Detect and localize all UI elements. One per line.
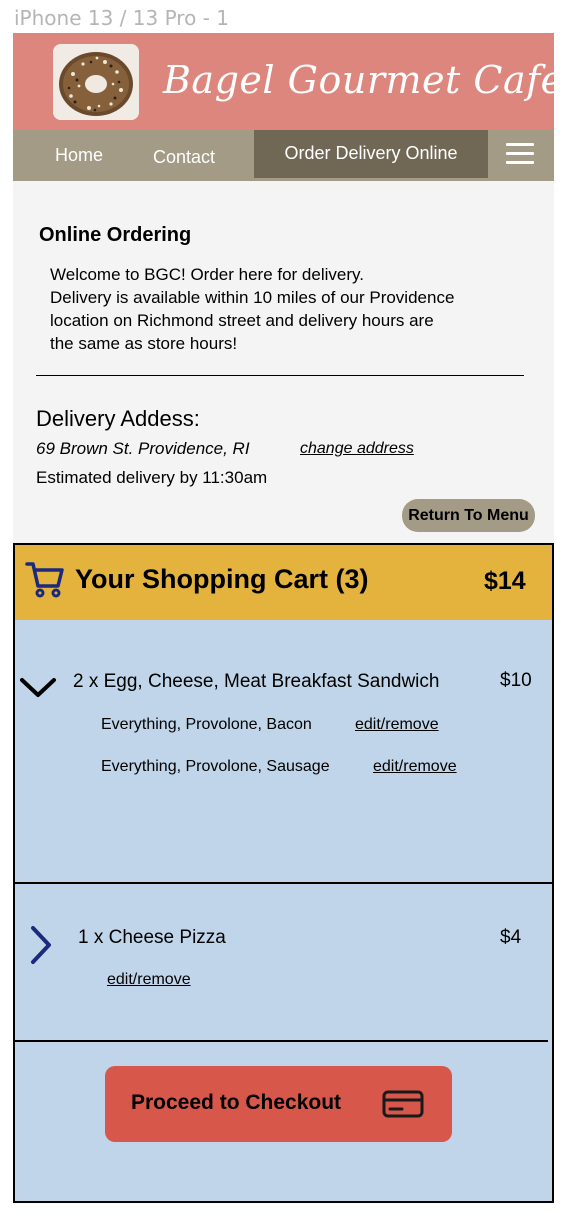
chevron-right-icon[interactable] bbox=[29, 925, 53, 965]
cart-item-title: 1 x Cheese Pizza bbox=[78, 927, 226, 948]
welcome-line: the same as store hours! bbox=[50, 334, 238, 353]
credit-card-icon bbox=[382, 1090, 424, 1118]
item-divider bbox=[15, 882, 552, 884]
online-ordering-title: Online Ordering bbox=[39, 224, 192, 246]
cart-header: Your Shopping Cart (3) $14 bbox=[13, 543, 554, 622]
item-divider bbox=[15, 1040, 548, 1042]
divider bbox=[36, 375, 524, 376]
welcome-line: location on Richmond street and delivery… bbox=[50, 311, 434, 330]
return-to-menu-button[interactable]: Return To Menu bbox=[402, 499, 535, 532]
cart-item-option: Everything, Provolone, Sausage bbox=[101, 758, 330, 775]
main-nav: Home Contact Order Delivery Online bbox=[13, 130, 554, 181]
shopping-cart-icon bbox=[25, 562, 64, 598]
phone-screen: Bagel Gourmet Cafe Home Contact Order De… bbox=[13, 33, 554, 1203]
cart-item-price: $4 bbox=[500, 927, 522, 948]
cart-body: 2 x Egg, Cheese, Meat Breakfast Sandwich… bbox=[13, 620, 554, 1203]
nav-home[interactable]: Home bbox=[55, 130, 103, 181]
cart-total: $14 bbox=[484, 567, 526, 595]
delivery-address-title: Delivery Addess: bbox=[36, 406, 200, 431]
welcome-line: Delivery is available within 10 miles of… bbox=[50, 288, 455, 307]
brand-title[interactable]: Bagel Gourmet Cafe bbox=[163, 58, 554, 102]
cart-title: Your Shopping Cart (3) bbox=[75, 564, 369, 594]
delivery-address: 69 Brown St. Providence, RI bbox=[36, 439, 250, 458]
cart-item-price: $10 bbox=[500, 670, 532, 691]
checkout-label: Proceed to Checkout bbox=[131, 1091, 342, 1114]
site-header: Bagel Gourmet Cafe bbox=[13, 33, 554, 130]
cart-item-option: Everything, Provolone, Bacon bbox=[101, 716, 312, 733]
frame-label: iPhone 13 / 13 Pro - 1 bbox=[14, 6, 229, 30]
cart-item-title: 2 x Egg, Cheese, Meat Breakfast Sandwich bbox=[73, 671, 440, 692]
nav-order-delivery[interactable]: Order Delivery Online bbox=[254, 130, 488, 178]
chevron-down-icon[interactable] bbox=[19, 676, 57, 700]
bagel-logo-icon[interactable] bbox=[53, 44, 139, 120]
nav-contact[interactable]: Contact bbox=[153, 132, 215, 183]
change-address-link[interactable]: change address bbox=[300, 440, 414, 458]
welcome-line: Welcome to BGC! Order here for delivery. bbox=[50, 265, 364, 284]
edit-remove-link[interactable]: edit/remove bbox=[373, 758, 457, 776]
estimated-delivery: Estimated delivery by 11:30am bbox=[36, 468, 268, 487]
edit-remove-link[interactable]: edit/remove bbox=[355, 716, 439, 734]
edit-remove-link[interactable]: edit/remove bbox=[107, 971, 191, 989]
welcome-text: Welcome to BGC! Order here for delivery.… bbox=[50, 263, 520, 355]
proceed-to-checkout-button[interactable]: Proceed to Checkout bbox=[105, 1066, 452, 1142]
hamburger-icon[interactable] bbox=[506, 143, 534, 167]
